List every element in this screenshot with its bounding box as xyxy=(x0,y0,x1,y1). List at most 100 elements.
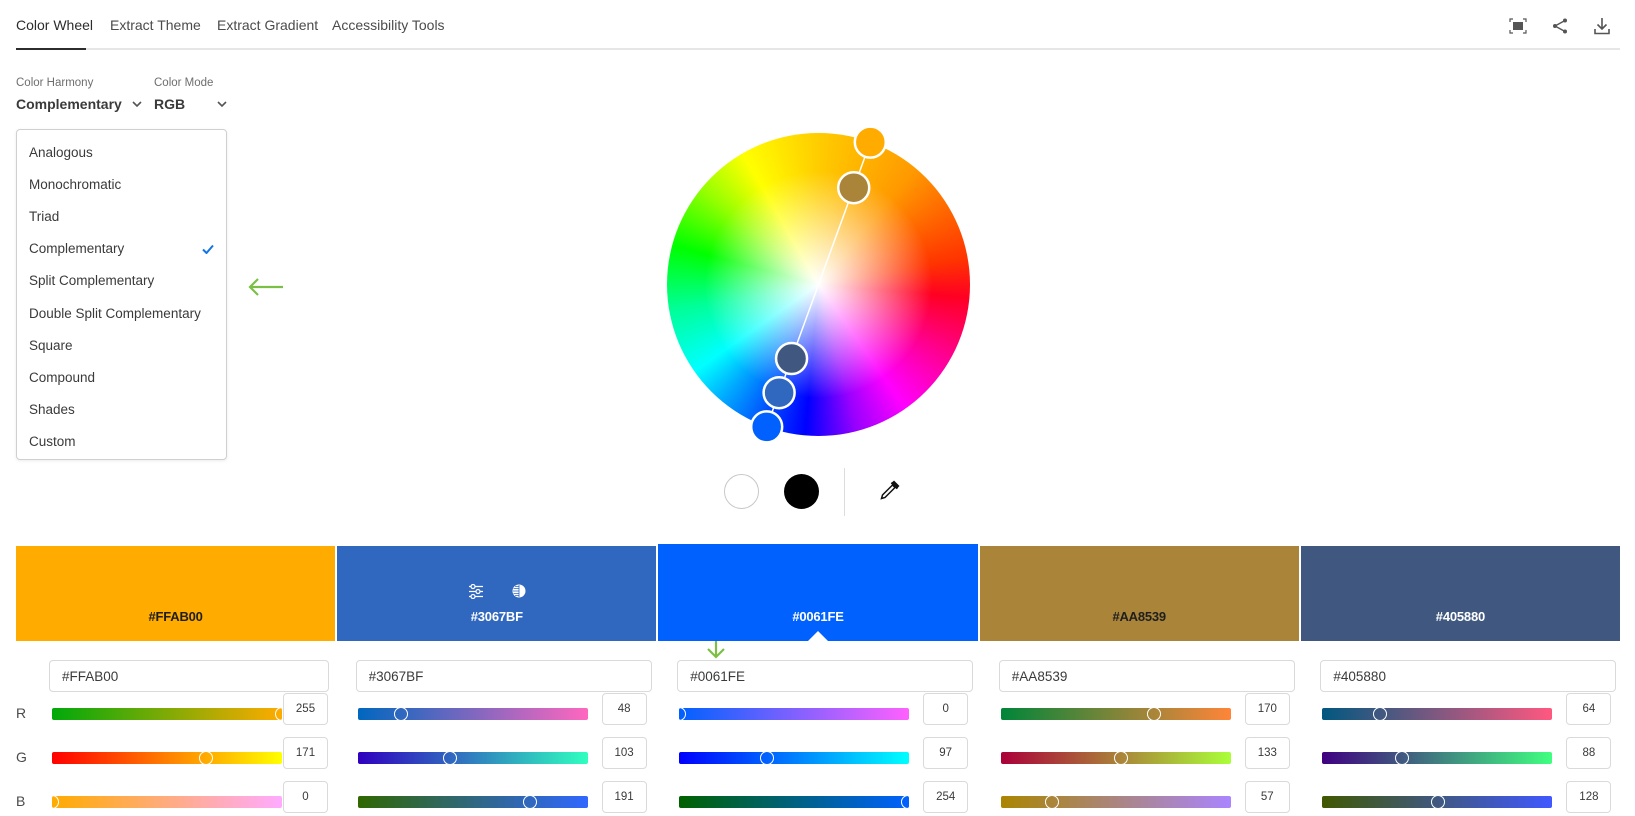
slider-r[interactable] xyxy=(357,707,588,721)
menu-item-compound[interactable]: Compound xyxy=(17,361,226,393)
base-color-handle[interactable] xyxy=(853,125,888,159)
hex-input[interactable] xyxy=(355,660,652,692)
menu-item-double-split-complementary[interactable]: Double Split Complementary xyxy=(17,297,226,329)
chevron-down-icon xyxy=(217,101,227,108)
hex-input[interactable] xyxy=(677,660,974,692)
black-color-button[interactable] xyxy=(784,474,819,509)
slider-thumb[interactable] xyxy=(45,795,59,809)
hex-input[interactable] xyxy=(1320,660,1617,692)
value-input-b[interactable]: 57 xyxy=(1244,781,1290,813)
color-handle[interactable] xyxy=(762,375,796,410)
color-mode-select[interactable]: Color Mode RGB xyxy=(154,77,227,112)
value-input-r[interactable]: 255 xyxy=(283,693,328,725)
slider-thumb[interactable] xyxy=(1373,707,1388,721)
value-input-g[interactable]: 133 xyxy=(1244,737,1290,769)
menu-item-monochromatic[interactable]: Monochromatic xyxy=(17,168,226,200)
menu-item-shades[interactable]: Shades xyxy=(17,394,226,426)
slider-thumb[interactable] xyxy=(1147,707,1162,721)
color-handle[interactable] xyxy=(774,341,809,376)
share-icon[interactable] xyxy=(1539,14,1581,38)
menu-item-triad[interactable]: Triad xyxy=(17,200,226,232)
channel-label-b: B xyxy=(16,793,26,809)
swatch-ffab00[interactable]: #FFAB00 xyxy=(16,546,336,641)
slider-b[interactable] xyxy=(1322,795,1553,809)
value-input-g[interactable]: 103 xyxy=(601,737,647,769)
value-input-r[interactable]: 170 xyxy=(1244,693,1290,725)
active-tab-underline xyxy=(16,48,86,50)
slider-r[interactable] xyxy=(1000,707,1231,721)
slider-b[interactable] xyxy=(45,795,282,809)
tab-extract-gradient[interactable]: Extract Gradient xyxy=(217,17,318,33)
tab-accessibility-tools[interactable]: Accessibility Tools xyxy=(332,17,445,33)
menu-item-custom[interactable]: Custom xyxy=(17,426,226,458)
slider-thumb[interactable] xyxy=(1394,751,1409,765)
slider-thumb[interactable] xyxy=(1045,795,1060,809)
color-harmony-menu: Analogous Monochromatic Triad Complement… xyxy=(16,129,227,460)
menu-item-square[interactable]: Square xyxy=(17,329,226,361)
contrast-icon[interactable] xyxy=(512,584,526,599)
swatch-hex-label: #0061FE xyxy=(792,609,844,624)
swatch-aa8539[interactable]: #AA8539 xyxy=(979,546,1299,641)
color-harmony-value: Complementary xyxy=(16,96,122,112)
adjust-sliders-icon[interactable] xyxy=(468,584,484,599)
white-color-button[interactable] xyxy=(724,474,759,509)
slider-g[interactable] xyxy=(1000,751,1231,765)
slider-r[interactable] xyxy=(672,707,910,721)
swatch-hex-label: #3067BF xyxy=(470,609,523,624)
slider-r[interactable] xyxy=(1322,707,1553,721)
tab-bar: Color Wheel Extract Theme Extract Gradie… xyxy=(16,0,1620,50)
color-harmony-select[interactable]: Color Harmony Complementary xyxy=(16,77,142,112)
tab-color-wheel[interactable]: Color Wheel xyxy=(16,17,93,33)
slider-thumb[interactable] xyxy=(672,707,687,721)
active-swatch-caret-icon xyxy=(808,631,828,641)
tab-extract-theme[interactable]: Extract Theme xyxy=(110,17,201,33)
slider-thumb[interactable] xyxy=(199,751,214,765)
value-input-g[interactable]: 88 xyxy=(1566,737,1612,769)
slider-thumb[interactable] xyxy=(393,707,408,721)
swatch-hex-label: #AA8539 xyxy=(1112,609,1166,624)
slider-thumb[interactable] xyxy=(1113,751,1128,765)
slider-g[interactable] xyxy=(52,751,282,765)
value-input-r[interactable]: 64 xyxy=(1566,693,1612,725)
slider-b[interactable] xyxy=(679,795,916,809)
slider-thumb[interactable] xyxy=(901,795,916,809)
value-input-r[interactable]: 0 xyxy=(923,693,969,725)
channel-label-r: R xyxy=(16,705,27,721)
value-input-b[interactable]: 128 xyxy=(1566,781,1612,813)
value-input-b[interactable]: 191 xyxy=(601,781,647,813)
value-input-g[interactable]: 171 xyxy=(283,737,328,769)
slider-g[interactable] xyxy=(357,751,588,765)
slider-thumb[interactable] xyxy=(522,795,537,809)
hex-input[interactable] xyxy=(998,660,1295,692)
swatch-405880[interactable]: #405880 xyxy=(1300,546,1621,641)
value-input-b[interactable]: 254 xyxy=(923,781,969,813)
value-input-r[interactable]: 48 xyxy=(601,693,647,725)
menu-item-analogous[interactable]: Analogous xyxy=(17,136,226,168)
color-swatches: #FFAB00 #3067BF #0061FE #AA8539 #405880 xyxy=(16,544,1621,641)
color-handle[interactable] xyxy=(836,170,871,205)
slider-b[interactable] xyxy=(1000,795,1231,809)
swatch-3067bf[interactable]: #3067BF xyxy=(337,546,657,641)
color-handle[interactable] xyxy=(749,410,784,444)
fullscreen-icon[interactable] xyxy=(1497,14,1539,38)
eyedropper-icon[interactable] xyxy=(877,477,903,503)
swatch-0061fe[interactable]: #0061FE xyxy=(658,544,978,641)
slider-r[interactable] xyxy=(52,707,289,721)
value-input-b[interactable]: 0 xyxy=(283,781,328,813)
value-input-g[interactable]: 97 xyxy=(923,737,969,769)
channel-label-g: G xyxy=(16,749,27,765)
slider-b[interactable] xyxy=(357,795,588,809)
color-mode-label: Color Mode xyxy=(154,77,214,89)
checkmark-icon xyxy=(202,244,214,254)
slider-thumb[interactable] xyxy=(443,751,458,765)
color-wheel[interactable] xyxy=(667,125,970,444)
slider-g[interactable] xyxy=(679,751,910,765)
chevron-down-icon xyxy=(132,101,142,108)
slider-g[interactable] xyxy=(1322,751,1553,765)
menu-item-complementary[interactable]: Complementary xyxy=(17,233,226,265)
slider-thumb[interactable] xyxy=(1430,795,1445,809)
hex-input[interactable] xyxy=(49,660,329,692)
download-icon[interactable] xyxy=(1581,14,1623,38)
slider-thumb[interactable] xyxy=(759,751,774,765)
menu-item-split-complementary[interactable]: Split Complementary xyxy=(17,265,226,297)
